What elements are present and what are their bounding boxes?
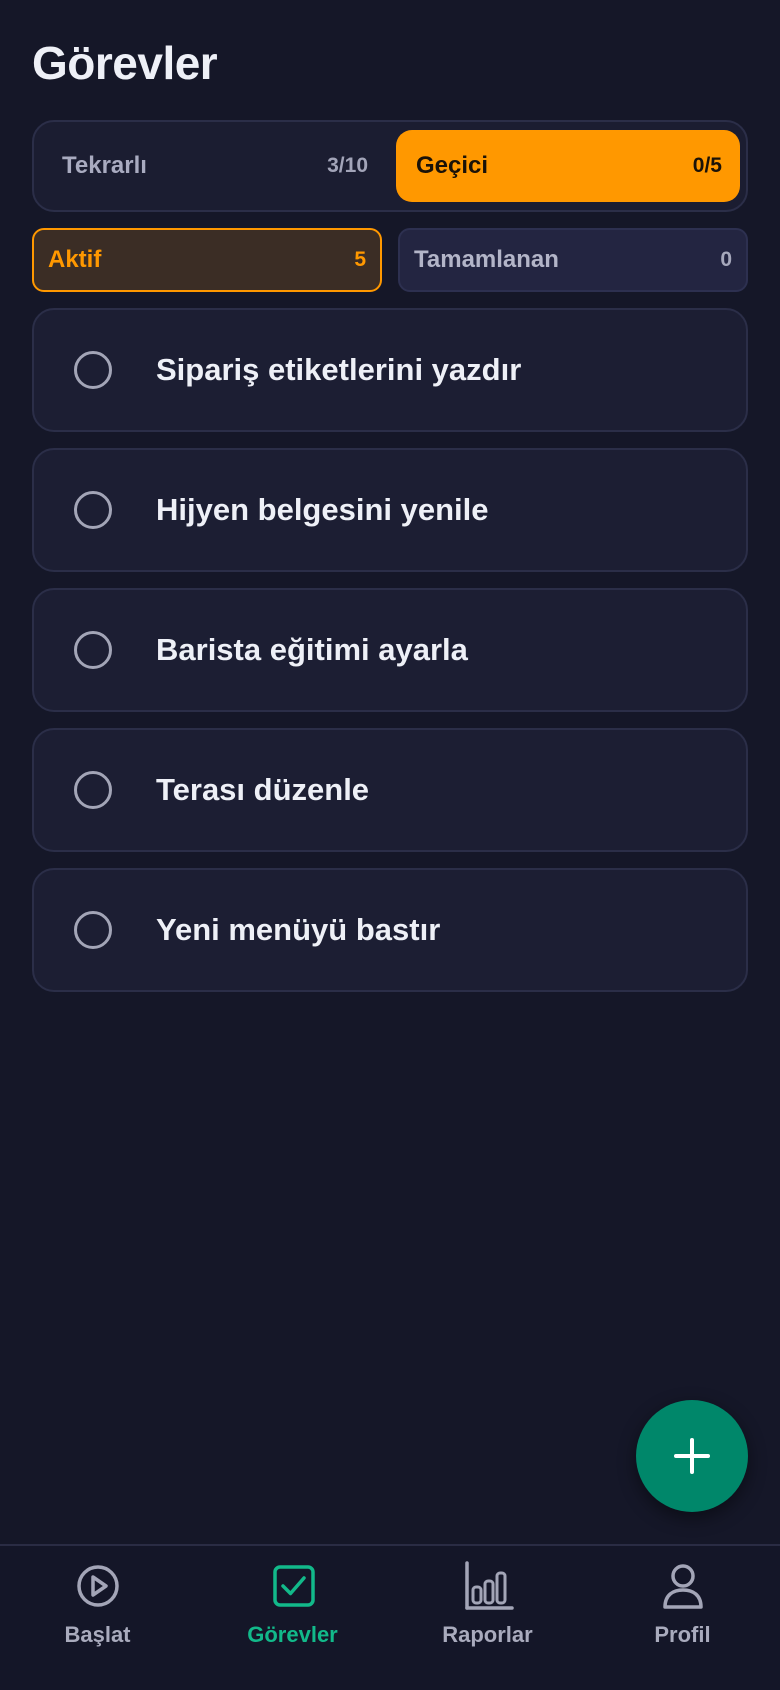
- nav-item-gorevler[interactable]: Görevler: [195, 1560, 390, 1670]
- filter-label: Tamamlanan: [414, 246, 559, 273]
- plus-icon: [674, 1438, 710, 1474]
- page-title: Görevler: [32, 37, 218, 89]
- bottom-navigation: Başlat Görevler Raporlar Profil: [0, 1544, 780, 1690]
- filter-aktif[interactable]: Aktif 5: [32, 228, 382, 292]
- bar-chart-icon: [464, 1561, 514, 1610]
- status-filter-bar: Aktif 5 Tamamlanan 0: [32, 228, 748, 292]
- task-title: Barista eğitimi ayarla: [156, 632, 468, 667]
- segment-count: 3/10: [327, 154, 368, 177]
- user-icon: [662, 1564, 703, 1609]
- nav-label: Görevler: [247, 1622, 338, 1647]
- filter-label: Aktif: [48, 246, 102, 273]
- task-checkbox[interactable]: [74, 631, 112, 669]
- segment-count: 0/5: [692, 154, 722, 177]
- task-title: Sipariş etiketlerini yazdır: [156, 352, 522, 387]
- nav-label: Raporlar: [442, 1622, 533, 1647]
- segment-tekrarli[interactable]: Tekrarlı 3/10: [42, 130, 386, 202]
- task-title: Hijyen belgesini yenile: [156, 492, 489, 527]
- add-task-button[interactable]: [636, 1400, 748, 1512]
- task-card[interactable]: Terası düzenle: [32, 728, 748, 852]
- task-type-segmented-control: Tekrarlı 3/10 Geçici 0/5: [32, 120, 748, 212]
- task-checkbox[interactable]: [74, 351, 112, 389]
- filter-tamamlanan[interactable]: Tamamlanan 0: [398, 228, 748, 292]
- task-card[interactable]: Barista eğitimi ayarla: [32, 588, 748, 712]
- segment-gecici[interactable]: Geçici 0/5: [396, 130, 740, 202]
- task-card[interactable]: Hijyen belgesini yenile: [32, 448, 748, 572]
- nav-label: Profil: [654, 1622, 711, 1647]
- segment-label: Geçici: [416, 152, 489, 179]
- nav-item-profil[interactable]: Profil: [585, 1560, 780, 1670]
- play-circle-icon: [76, 1565, 119, 1607]
- task-list: Sipariş etiketlerini yazdır Hijyen belge…: [32, 308, 748, 1008]
- segment-label: Tekrarlı: [62, 152, 147, 179]
- task-checkbox[interactable]: [74, 911, 112, 949]
- filter-count: 5: [354, 248, 366, 271]
- nav-item-raporlar[interactable]: Raporlar: [390, 1560, 585, 1670]
- nav-label: Başlat: [64, 1622, 131, 1647]
- task-checkbox[interactable]: [74, 491, 112, 529]
- filter-count: 0: [720, 248, 732, 271]
- task-title: Terası düzenle: [156, 772, 370, 807]
- task-card[interactable]: Sipariş etiketlerini yazdır: [32, 308, 748, 432]
- task-checkbox[interactable]: [74, 771, 112, 809]
- checkbox-icon: [272, 1565, 315, 1607]
- task-card[interactable]: Yeni menüyü bastır: [32, 868, 748, 992]
- nav-item-baslat[interactable]: Başlat: [0, 1560, 195, 1670]
- task-title: Yeni menüyü bastır: [156, 912, 441, 947]
